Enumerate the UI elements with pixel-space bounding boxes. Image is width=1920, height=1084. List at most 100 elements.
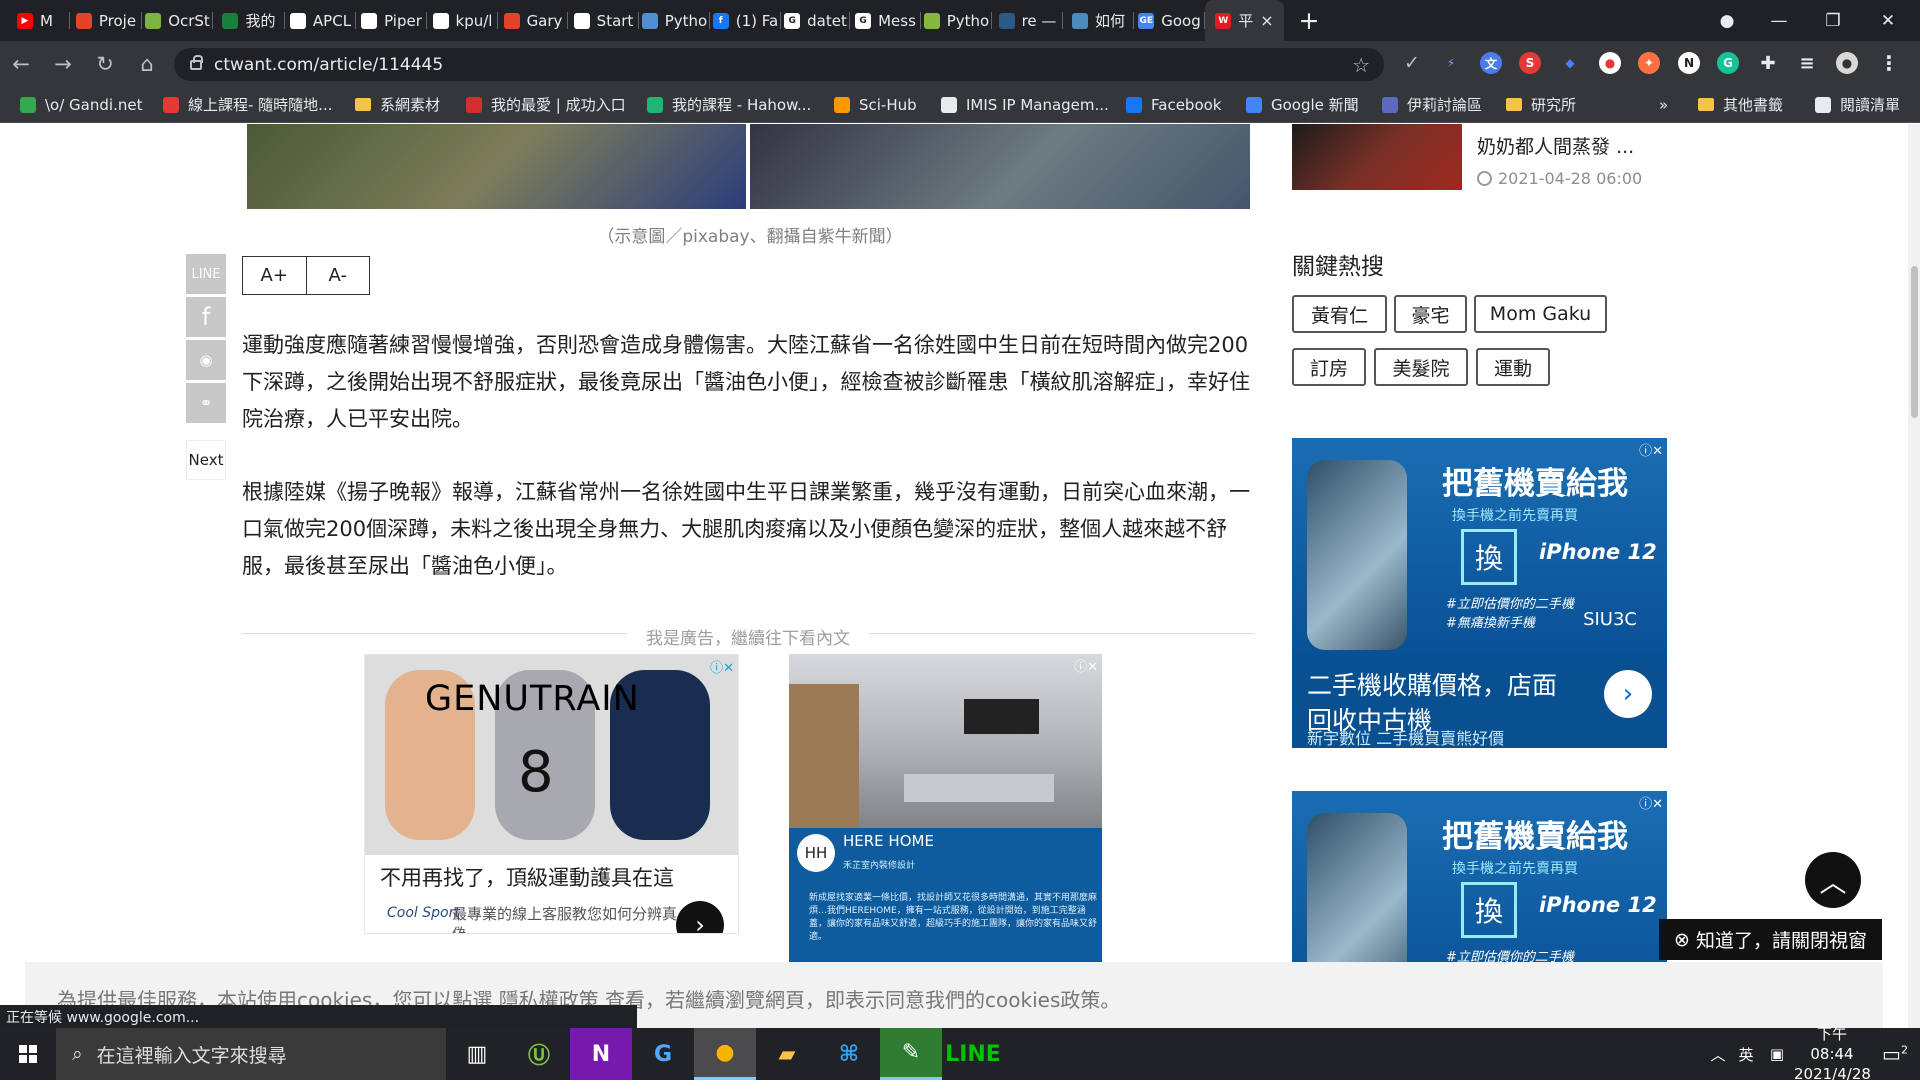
- ad-headline[interactable]: 不用再找了，頂級運動護具在這: [380, 862, 674, 892]
- tab-label[interactable]: Pytho: [665, 12, 708, 30]
- bookmark-label[interactable]: IMIS IP Managem...: [966, 96, 1109, 114]
- cookie-dismiss-button[interactable]: ⊗ 知道了，請關閉視窗: [1659, 919, 1882, 960]
- minimize-icon[interactable]: —: [1756, 0, 1802, 41]
- file-explorer-icon[interactable]: ▰: [756, 1028, 818, 1080]
- ad-choices-icon[interactable]: ⓘ✕: [1639, 440, 1663, 459]
- ad-choices-icon[interactable]: ⓘ✕: [710, 657, 734, 676]
- ad-choices-icon[interactable]: ⓘ✕: [1074, 656, 1098, 675]
- taskbar-ubiquity-icon[interactable]: Ⓤ: [508, 1028, 570, 1080]
- related-title-text[interactable]: 奶奶都人間蒸發: [1477, 136, 1610, 158]
- task-view-icon[interactable]: ▥: [446, 1028, 508, 1080]
- back-to-top-button[interactable]: ︿: [1805, 852, 1861, 908]
- new-tab-button[interactable]: +: [1284, 0, 1334, 41]
- line-share-button[interactable]: LINE: [186, 254, 226, 294]
- taskbar-search-box[interactable]: ⌕ 在這裡輸入文字來搜尋: [56, 1028, 446, 1080]
- back-button[interactable]: ←: [0, 41, 42, 86]
- shield-extension-icon[interactable]: ◆: [1559, 52, 1581, 74]
- bookmark-item[interactable]: 我的課程 - Hahow...: [647, 86, 811, 123]
- bookmark-item[interactable]: 伊莉討論區: [1382, 86, 1482, 123]
- bookmark-item[interactable]: 閱讀清單: [1815, 86, 1900, 123]
- tab-label[interactable]: 平: [1238, 10, 1253, 31]
- bookmark-item[interactable]: IMIS IP Managem...: [941, 86, 1109, 123]
- taskbar-time[interactable]: 下午 08:44: [1810, 1025, 1853, 1063]
- related-article-thumbnail[interactable]: [1292, 124, 1462, 190]
- herehome-ad[interactable]: ⓘ✕ HH HERE HOME 禾芷室內裝修設計 新成屋找家適業一條比價，找設計…: [789, 654, 1102, 964]
- translate-icon[interactable]: 文: [1480, 52, 1502, 74]
- checkmark-icon[interactable]: ✓: [1401, 52, 1423, 74]
- bookmark-label[interactable]: Google 新聞: [1271, 94, 1359, 115]
- tab-label[interactable]: datet: [807, 12, 847, 30]
- notion-icon[interactable]: N: [1678, 52, 1700, 74]
- tab-label[interactable]: Piper: [384, 12, 422, 30]
- bookmark-label[interactable]: \o/ Gandi.net: [45, 96, 142, 114]
- bookmark-item[interactable]: \o/ Gandi.net: [20, 86, 142, 123]
- address-bar[interactable]: ctwant.com/article/114445 ☆: [174, 48, 1384, 81]
- show-hidden-icons-icon[interactable]: ︿: [1704, 1044, 1732, 1065]
- chrome-icon[interactable]: ●: [694, 1028, 756, 1080]
- browser-tab[interactable]: GE Goog: [1134, 0, 1205, 41]
- ad-arrow-button[interactable]: ›: [676, 901, 724, 933]
- taskbar-search-placeholder[interactable]: 在這裡輸入文字來搜尋: [97, 1041, 287, 1068]
- browser-tab[interactable]: 我的: [213, 0, 285, 41]
- language-bar-icon[interactable]: ▣: [1760, 1045, 1794, 1063]
- bookmark-item[interactable]: 研究所: [1506, 86, 1576, 123]
- bookmark-label[interactable]: Sci-Hub: [859, 96, 917, 114]
- browser-tab[interactable]: APCL: [285, 0, 356, 41]
- tab-label[interactable]: APCL: [313, 12, 351, 30]
- reload-button[interactable]: ↻: [84, 41, 126, 86]
- clock[interactable]: 下午 08:44 2021/4/28: [1794, 1024, 1871, 1084]
- tab-label[interactable]: 我的: [245, 10, 275, 31]
- bookmark-item[interactable]: Facebook: [1126, 86, 1221, 123]
- browser-tab[interactable]: Pytho: [639, 0, 710, 41]
- bookmark-label[interactable]: 其他書籤: [1723, 94, 1783, 115]
- bookmark-star-icon[interactable]: ☆: [1352, 53, 1370, 77]
- bookmark-item[interactable]: »: [1659, 86, 1668, 123]
- scrollbar-thumb[interactable]: [1911, 266, 1918, 418]
- tab-label[interactable]: Goog: [1161, 12, 1201, 30]
- bookmark-item[interactable]: Sci-Hub: [834, 86, 917, 123]
- grammarly-taskbar-icon[interactable]: G: [632, 1028, 694, 1080]
- taskbar-app-icon[interactable]: ✎: [880, 1028, 942, 1080]
- dismiss-label[interactable]: 知道了，請關閉視窗: [1696, 926, 1867, 953]
- facebook-share-button[interactable]: f: [186, 297, 226, 337]
- copy-link-button[interactable]: ⚭: [186, 383, 226, 423]
- close-window-icon[interactable]: ✕: [1865, 0, 1911, 41]
- related-article-title[interactable]: 奶奶都人間蒸發 ...: [1477, 132, 1634, 159]
- ad-arrow-button[interactable]: ›: [1604, 670, 1652, 718]
- line-app-icon[interactable]: LINE: [942, 1028, 1004, 1080]
- record-icon[interactable]: ●: [1599, 52, 1621, 74]
- notification-center-icon[interactable]: ▭2: [1870, 1042, 1920, 1066]
- extensions-puzzle-icon[interactable]: ✚: [1757, 52, 1779, 74]
- browser-tab[interactable]: Pytho: [921, 0, 992, 41]
- bookmark-label[interactable]: 系網素材: [380, 94, 440, 115]
- next-article-button[interactable]: Next: [186, 440, 226, 480]
- close-tab-icon[interactable]: ×: [1260, 11, 1273, 30]
- bookmark-label[interactable]: 線上課程- 隨時隨地...: [188, 94, 333, 115]
- browser-tab[interactable]: Proje: [70, 0, 142, 41]
- bookmark-label[interactable]: 伊莉討論區: [1407, 94, 1482, 115]
- url-text[interactable]: ctwant.com/article/114445: [214, 55, 443, 75]
- browser-tab[interactable]: 如何: [1063, 0, 1134, 41]
- bookmark-item[interactable]: 我的最愛 | 成功入口: [466, 86, 626, 123]
- bookmark-item[interactable]: 線上課程- 隨時隨地...: [163, 86, 333, 123]
- tab-label[interactable]: Proje: [99, 12, 136, 30]
- bookmark-label[interactable]: 我的最愛 | 成功入口: [491, 94, 626, 115]
- taskbar-date[interactable]: 2021/4/28: [1794, 1065, 1871, 1083]
- browser-tab[interactable]: OcrSt: [142, 0, 213, 41]
- bookmark-item[interactable]: Google 新聞: [1246, 86, 1359, 123]
- hot-tag[interactable]: 黃宥仁: [1292, 295, 1387, 333]
- hot-tag[interactable]: 運動: [1476, 348, 1550, 386]
- lightning-icon[interactable]: ⚡: [1440, 52, 1462, 74]
- forward-button[interactable]: →: [42, 41, 84, 86]
- browser-menu-icon[interactable]: ⋮: [1878, 51, 1900, 75]
- onenote-icon[interactable]: N: [570, 1028, 632, 1080]
- increase-font-button[interactable]: A+: [243, 257, 306, 294]
- secondhand-phone-ad[interactable]: ⓘ✕ 把舊機賣給我 換手機之前先賣再買 換 iPhone 12 #立即估價你的二…: [1292, 438, 1667, 748]
- browser-tab[interactable]: Start: [568, 0, 639, 41]
- queue-icon[interactable]: ≡: [1796, 52, 1818, 74]
- tab-label[interactable]: re —: [1022, 12, 1057, 30]
- tab-label[interactable]: Pytho: [947, 12, 990, 30]
- hot-tag[interactable]: Mom Gaku: [1474, 295, 1607, 333]
- tab-label[interactable]: M: [40, 12, 53, 30]
- vscode-icon[interactable]: ⌘: [818, 1028, 880, 1080]
